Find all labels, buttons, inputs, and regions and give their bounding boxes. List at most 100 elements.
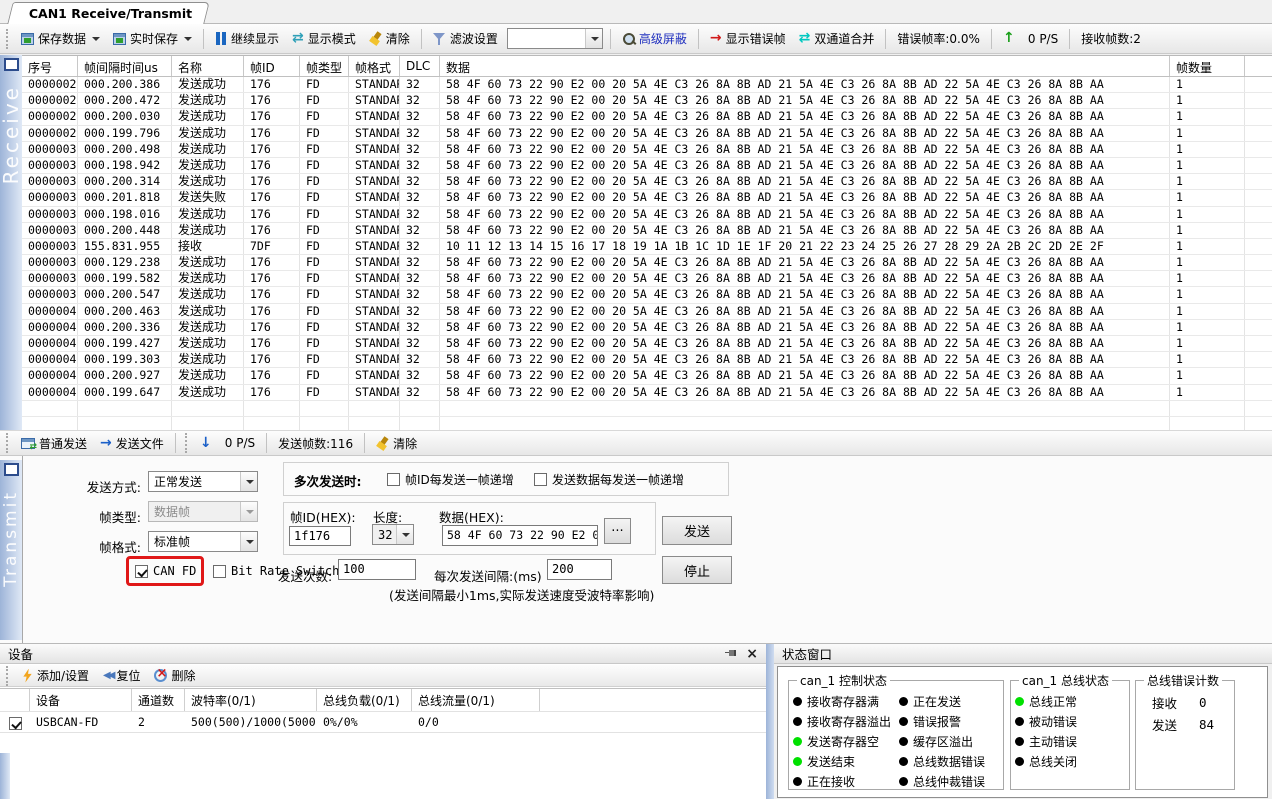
col-frame-format[interactable]: 帧格式 [349,56,400,76]
tx-error-value: 84 [1199,717,1214,732]
col-bus-load[interactable]: 总线负载(0/1) [317,689,412,711]
panel-splitter[interactable] [766,644,774,799]
send-times-input[interactable]: 100 [338,559,416,580]
col-name[interactable]: 名称 [172,56,244,76]
table-row[interactable]: 00000035 000.200.448 发送成功 176 FD STANDAR… [22,223,1272,239]
bit-rate-switch-checkbox[interactable] [213,565,226,578]
cell-frame-count: 1 [1170,336,1245,351]
col-baud[interactable]: 波特率(0/1) [185,689,317,711]
inc-frame-id-checkbox[interactable] [387,473,400,486]
table-row[interactable]: 00000029 000.199.796 发送成功 176 FD STANDAR… [22,126,1272,142]
add-settings-button[interactable]: 添加/设置 [18,665,93,686]
display-mode-button[interactable]: ⇄ 显示模式 [288,28,360,49]
send-mode-select[interactable]: 正常发送 [148,471,258,492]
cell-name: 发送成功 [172,287,244,302]
send-button[interactable]: 发送 [662,516,732,545]
cell-frame-type: FD [300,174,349,189]
clear-button[interactable]: 清除 [365,28,414,49]
table-row[interactable]: 00000027 000.200.472 发送成功 176 FD STANDAR… [22,93,1272,109]
table-row[interactable]: 00000030 000.200.498 发送成功 176 FD STANDAR… [22,142,1272,158]
table-row[interactable]: 00000045 000.199.647 发送成功 176 FD STANDAR… [22,385,1272,401]
show-error-frames-button[interactable]: → 显示错误帧 [706,28,790,49]
table-row[interactable]: 00000042 000.199.427 发送成功 176 FD STANDAR… [22,336,1272,352]
inc-data-checkbox[interactable] [534,473,547,486]
device-checkbox[interactable] [9,717,22,730]
col-frame-id[interactable]: 帧ID [244,56,300,76]
table-row[interactable]: 00000026 000.200.386 发送成功 176 FD STANDAR… [22,77,1272,93]
filter-combobox[interactable] [507,28,603,49]
cell-frame-format: STANDARD [349,223,400,238]
normal-send-button[interactable]: 普通发送 [17,433,91,454]
table-row[interactable]: 00000043 000.199.303 发送成功 176 FD STANDAR… [22,352,1272,368]
continue-display-button[interactable]: 继续显示 [211,28,283,49]
send-interval-input[interactable]: 200 [547,559,612,580]
tx-clear-button[interactable]: 清除 [372,433,421,454]
frame-format-select[interactable]: 标准帧 [148,531,258,552]
up-arrow-icon: ↑ [999,32,1019,45]
cell-name: 发送成功 [172,126,244,141]
close-icon[interactable]: × [746,648,758,660]
toolbar-grip[interactable] [6,433,10,453]
delete-icon [154,669,167,682]
stop-button[interactable]: 停止 [662,556,732,584]
realtime-save-button[interactable]: 实时保存 [109,28,196,49]
table-row[interactable]: 00000036 155.831.955 接收 7DF FD STANDARD … [22,239,1272,255]
col-seq[interactable]: 序号 [22,56,78,76]
advanced-mask-button[interactable]: 高级屏蔽 [618,28,691,49]
cell-seq: 00000030 [22,142,78,157]
dual-channel-merge-button[interactable]: ⇄ 双通道合并 [795,28,879,49]
col-bus-flow[interactable]: 总线流量(0/1) [412,689,540,711]
separator [203,29,204,49]
col-data[interactable]: 数据 [440,56,1170,76]
delete-button[interactable]: 删除 [150,665,199,686]
table-row[interactable]: 00000028 000.200.030 发送成功 176 FD STANDAR… [22,109,1272,125]
pin-icon[interactable] [724,648,736,660]
table-row[interactable]: 00000039 000.200.547 发送成功 176 FD STANDAR… [22,287,1272,303]
table-row[interactable]: 00000033 000.201.818 发送失败 176 FD STANDAR… [22,190,1272,206]
device-panel-titlebar: 设备 × [0,644,766,664]
receive-table-header: 序号 帧间隔时间us 名称 帧ID 帧类型 帧格式 DLC 数据 帧数量 [22,56,1272,77]
col-interval[interactable]: 帧间隔时间us [78,56,172,76]
receive-strip-label[interactable]: Receive [0,85,23,184]
filter-settings-button[interactable]: 滤波设置 [429,28,502,49]
cell-dlc: 32 [400,93,440,108]
reset-button[interactable]: ◀◀ 复位 [99,665,144,686]
col-channels[interactable]: 通道数 [132,689,185,711]
cell-data: 58 4F 60 73 22 90 E2 00 20 5A 4E C3 26 8… [440,93,1170,108]
toolbar-grip[interactable] [6,666,10,686]
dock-restore-button[interactable] [4,463,19,476]
can-fd-checkbox[interactable] [135,565,148,578]
data-hex-input[interactable]: 58 4F 60 73 22 90 E2 00 2 [442,525,598,546]
transmit-strip-label[interactable]: Transmit [1,490,21,587]
table-row[interactable]: 00000041 000.200.336 发送成功 176 FD STANDAR… [22,320,1272,336]
device-row[interactable]: USBCAN-FD 2 500(500)/1000(5000) 0%/0% 0/… [0,711,766,733]
toolbar-grip[interactable] [6,29,10,49]
transmit-panel: Transmit 发送方式: 正常发送 帧类型: 数据帧 帧格式: 标准帧 CA… [0,456,1272,644]
dock-restore-button[interactable] [4,58,19,71]
chevron-down-icon [240,502,257,521]
frame-id-input[interactable]: 1f176 [289,526,351,546]
table-row[interactable]: 00000031 000.198.942 发送成功 176 FD STANDAR… [22,158,1272,174]
col-frame-count[interactable]: 帧数量 [1170,56,1245,76]
status-item: 错误报警 [899,711,999,731]
col-frame-type[interactable]: 帧类型 [300,56,349,76]
frame-type-select: 数据帧 [148,501,258,522]
col-dlc[interactable]: DLC [400,56,440,76]
save-data-button[interactable]: 保存数据 [17,28,104,49]
table-row[interactable]: 00000044 000.200.927 发送成功 176 FD STANDAR… [22,368,1272,384]
table-row[interactable]: 00000032 000.200.314 发送成功 176 FD STANDAR… [22,174,1272,190]
length-select[interactable]: 32 [372,524,414,545]
col-device[interactable]: 设备 [30,689,132,711]
dock-edge-strip [0,753,10,799]
device-panel-title: 设备 [8,644,33,663]
table-row[interactable]: 00000038 000.199.582 发送成功 176 FD STANDAR… [22,271,1272,287]
data-browse-button[interactable]: ··· [604,518,631,544]
table-row[interactable]: 00000034 000.198.016 发送成功 176 FD STANDAR… [22,207,1272,223]
magnifier-icon [622,32,635,45]
table-row[interactable]: 00000037 000.129.238 发送成功 176 FD STANDAR… [22,255,1272,271]
cell-frame-count: 1 [1170,158,1245,173]
tab-can1-receive-transmit[interactable]: CAN1 Receive/Transmit [7,2,210,24]
send-file-button[interactable]: → 发送文件 [96,433,168,454]
toolbar-grip[interactable] [185,433,189,453]
table-row[interactable]: 00000040 000.200.463 发送成功 176 FD STANDAR… [22,304,1272,320]
